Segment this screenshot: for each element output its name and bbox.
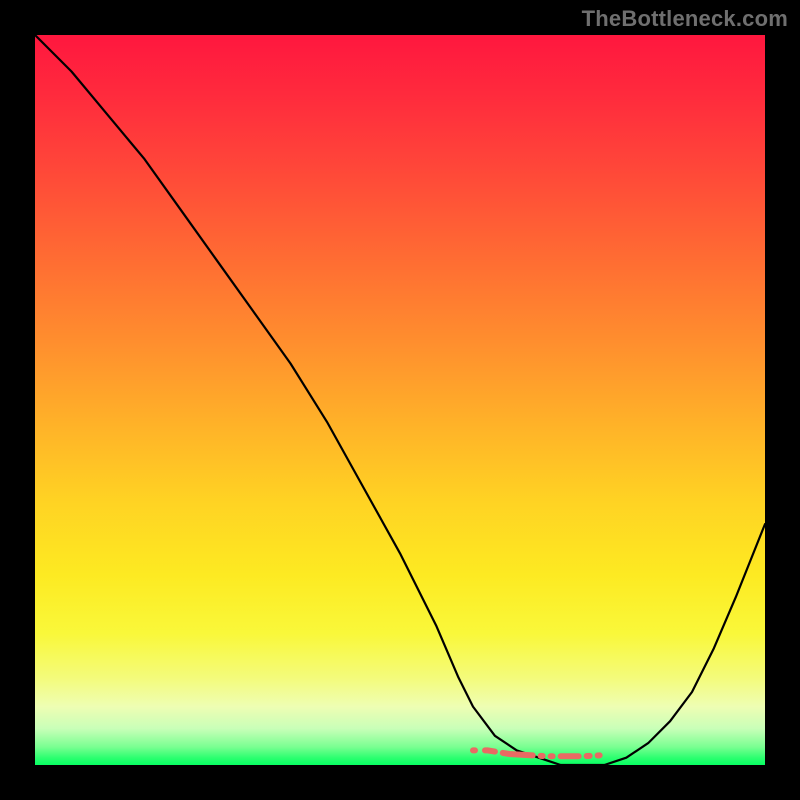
optimal-range-markers xyxy=(473,750,634,756)
chart-frame: TheBottleneck.com xyxy=(0,0,800,800)
plot-area xyxy=(35,35,765,765)
attribution-text: TheBottleneck.com xyxy=(582,6,788,32)
bottleneck-curve xyxy=(35,35,765,765)
chart-svg xyxy=(35,35,765,765)
